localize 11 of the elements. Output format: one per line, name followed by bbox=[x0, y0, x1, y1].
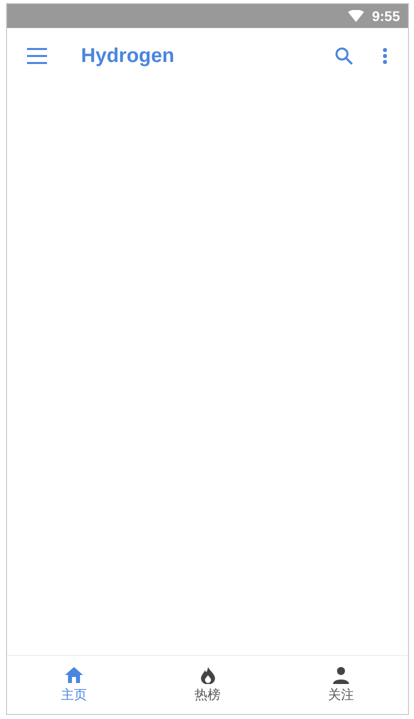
search-icon[interactable] bbox=[335, 47, 353, 65]
menu-icon[interactable] bbox=[27, 48, 47, 64]
home-icon bbox=[64, 666, 84, 684]
nav-tab[interactable]: 主页 bbox=[7, 656, 141, 714]
more-icon[interactable] bbox=[383, 48, 387, 64]
app-title: Hydrogen bbox=[81, 44, 176, 68]
nav-tab[interactable]: 热榜 bbox=[140, 656, 274, 714]
nav-tab[interactable]: 关注 bbox=[274, 656, 408, 714]
wifi-icon bbox=[348, 10, 364, 22]
person-icon bbox=[331, 666, 352, 684]
status-time: 9:55 bbox=[372, 8, 400, 24]
